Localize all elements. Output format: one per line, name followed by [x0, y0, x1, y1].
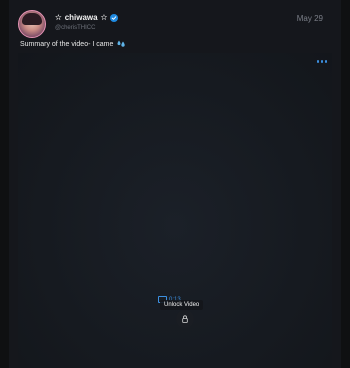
- star-right-icon: ✫: [100, 12, 108, 22]
- caption-text: Summary of the video- I came: [20, 41, 114, 48]
- post-caption: Summary of the video- I came: [20, 40, 126, 49]
- verified-icon: [110, 13, 119, 22]
- avatar[interactable]: [18, 10, 46, 38]
- post-date[interactable]: May 29: [297, 14, 323, 23]
- author-name[interactable]: chiwawa: [65, 13, 98, 22]
- unlock-video-button[interactable]: [176, 310, 194, 328]
- avatar-hair: [22, 13, 42, 25]
- post-card: ✫ chiwawa ✫ @cherisTHICC May 29 Summary …: [9, 0, 341, 368]
- unlock-video-label: Unlock Video: [160, 300, 204, 310]
- author-name-row[interactable]: ✫ chiwawa ✫: [55, 12, 119, 22]
- sweat-droplets-icon: [117, 40, 126, 49]
- star-left-icon: ✫: [55, 12, 62, 22]
- lock-icon: [182, 315, 188, 323]
- locked-video-media[interactable]: 0:13 Unlock Video: [18, 53, 332, 368]
- more-options-icon[interactable]: [316, 60, 327, 63]
- author-handle[interactable]: @cherisTHICC: [55, 25, 95, 31]
